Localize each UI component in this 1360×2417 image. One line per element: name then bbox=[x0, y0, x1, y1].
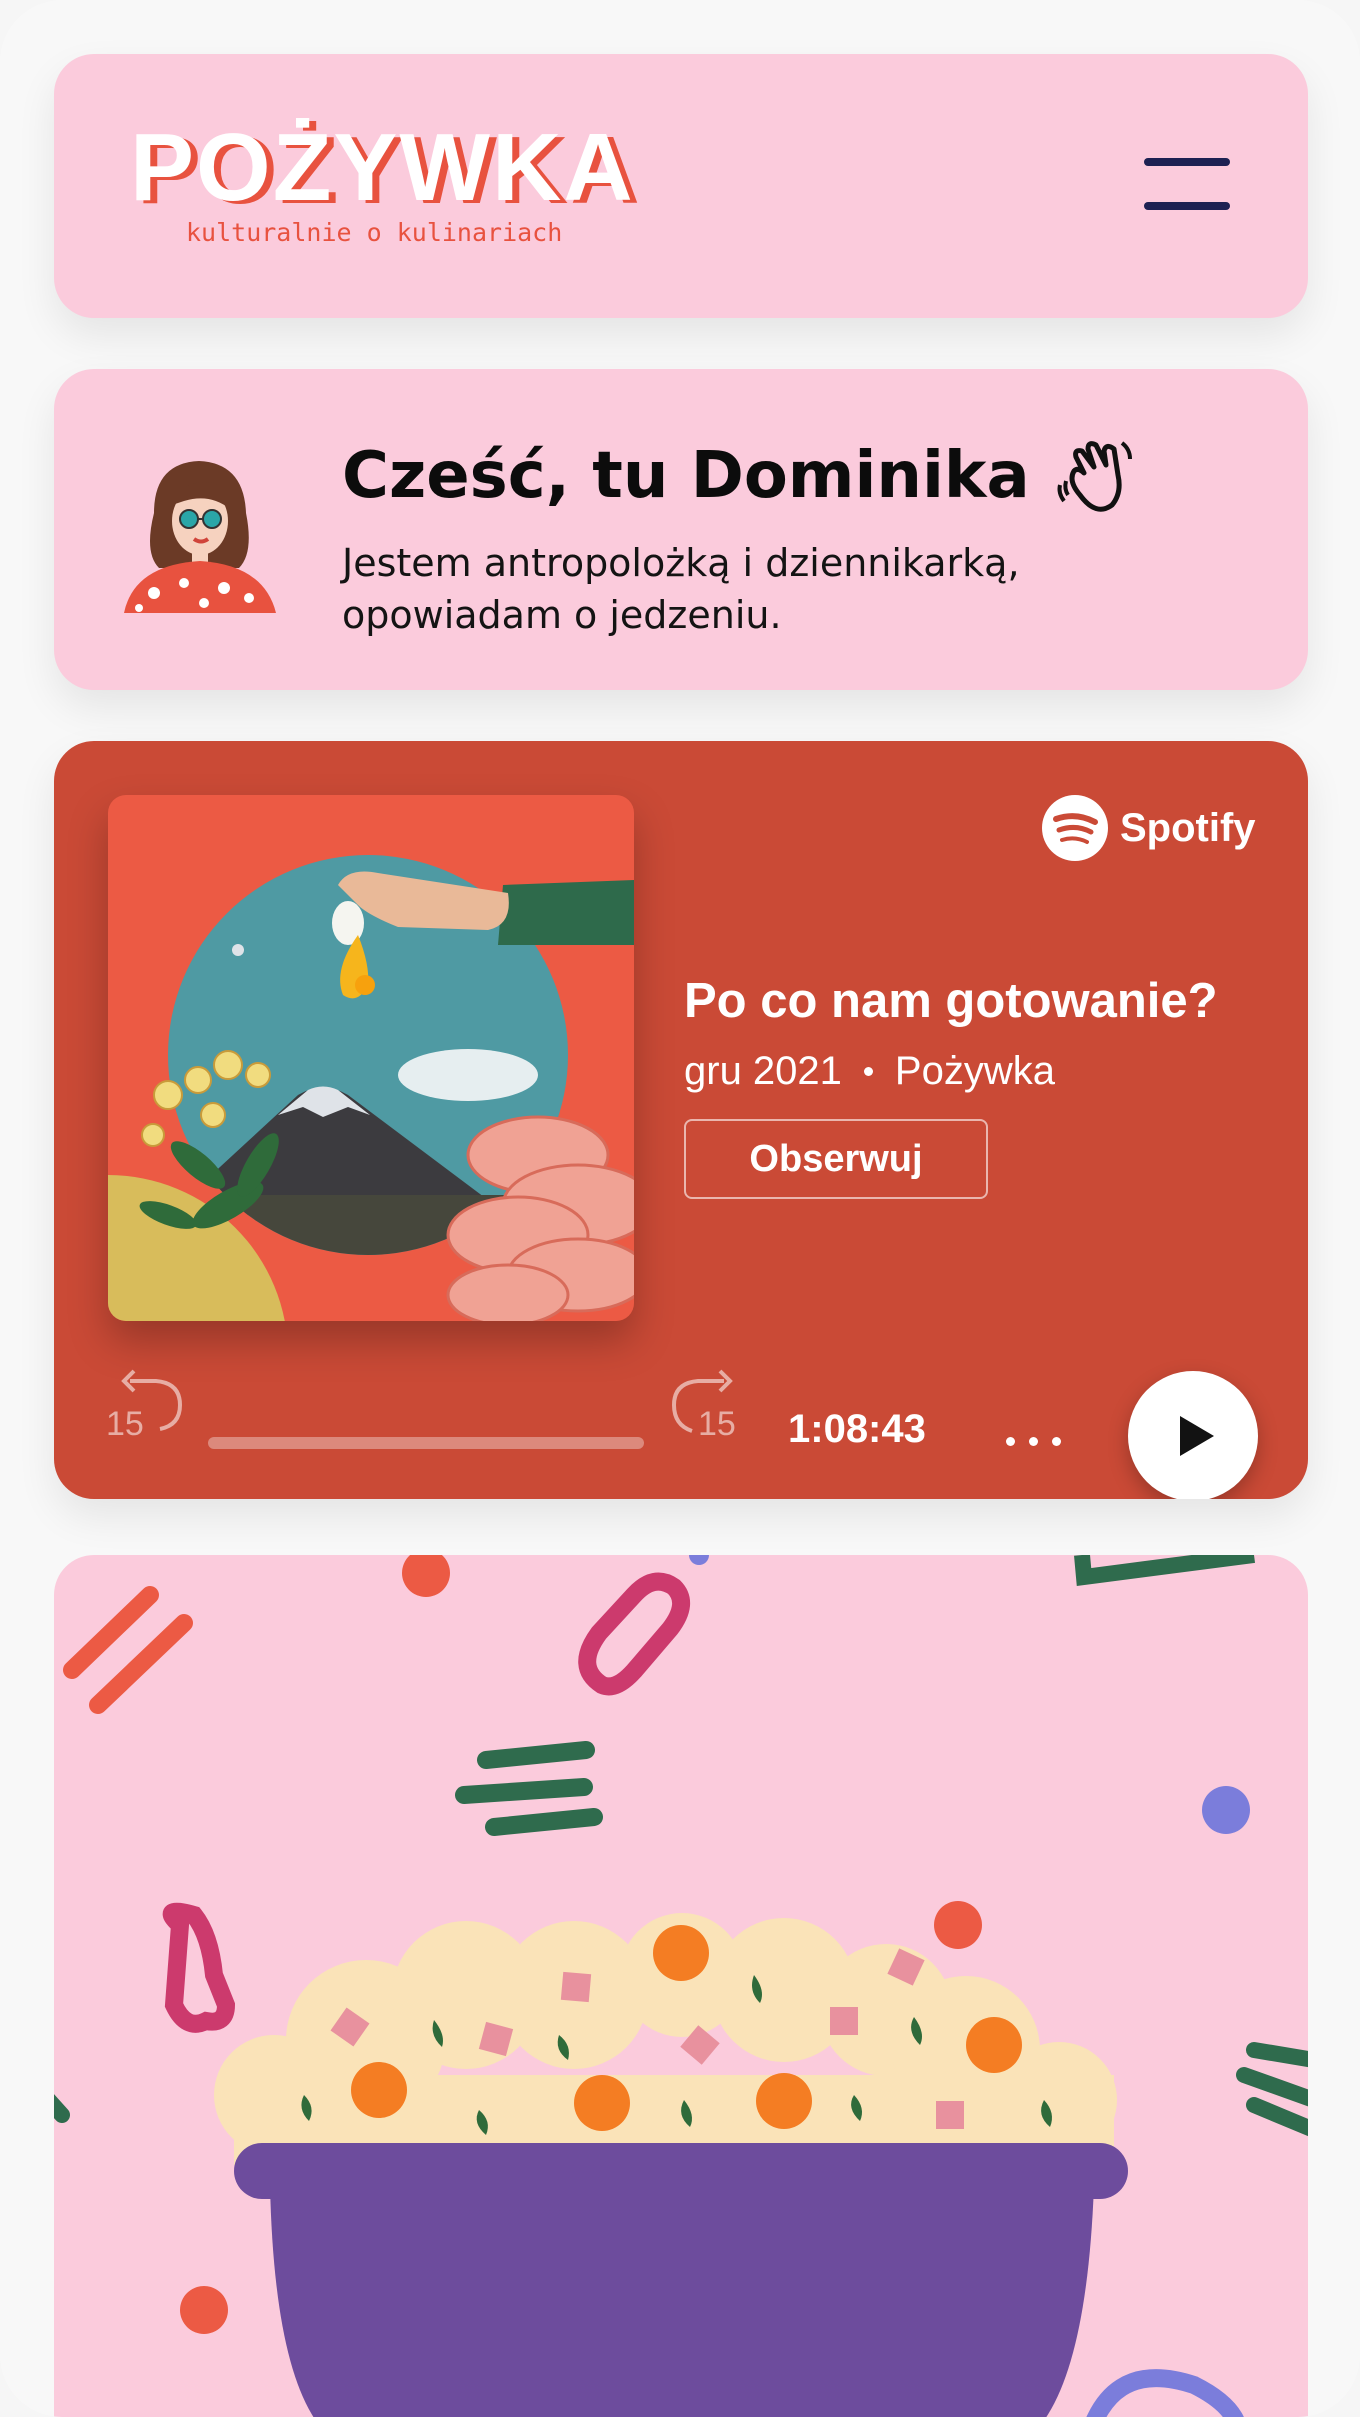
intro-description: Jestem antropolożką i dziennikarką, opow… bbox=[342, 541, 1020, 637]
food-illustration bbox=[54, 1555, 1308, 2417]
site-logo[interactable]: POŻYWKA bbox=[130, 120, 635, 216]
spotify-brand-text: Spotify bbox=[1120, 805, 1256, 850]
episode-duration: 1:08:43 bbox=[788, 1407, 926, 1451]
spotify-logo[interactable]: Spotify bbox=[1042, 795, 1256, 861]
greeting-heading: Cześć, tu Dominika bbox=[342, 435, 1136, 517]
hamburger-menu-icon[interactable] bbox=[1144, 158, 1230, 212]
episode-title[interactable]: Po co nam gotowanie? bbox=[684, 973, 1218, 1029]
skip-forward-15-icon[interactable]: 15 bbox=[662, 1369, 750, 1445]
play-button[interactable] bbox=[1128, 1371, 1258, 1499]
intro-card: Cześć, tu Dominika Jestem antropolożką i… bbox=[54, 369, 1308, 690]
site-tagline: kulturalnie o kulinariach bbox=[186, 218, 563, 247]
author-avatar bbox=[124, 461, 276, 613]
page: POŻYWKA kulturalnie o kulinariach Cześć,… bbox=[0, 0, 1360, 2417]
skip-back-15-icon[interactable]: 15 bbox=[104, 1369, 192, 1445]
show-name[interactable]: Pożywka bbox=[895, 1049, 1055, 1094]
playback-controls: 15 15 1:08:43 bbox=[54, 1341, 1308, 1499]
progress-bar[interactable] bbox=[208, 1437, 644, 1449]
site-header: POŻYWKA kulturalnie o kulinariach bbox=[54, 54, 1308, 318]
greeting-text: Cześć, tu Dominika bbox=[342, 439, 1030, 513]
skip-forward-label: 15 bbox=[698, 1405, 736, 1443]
salad-bowl-illustration bbox=[54, 1555, 1308, 2417]
waving-hand-icon bbox=[1057, 441, 1132, 512]
skip-back-label: 15 bbox=[106, 1405, 144, 1443]
spotify-icon bbox=[1042, 795, 1108, 861]
follow-button[interactable]: Obserwuj bbox=[684, 1119, 988, 1199]
more-options-icon[interactable] bbox=[1006, 1429, 1072, 1453]
episode-date: gru 2021 bbox=[684, 1049, 842, 1093]
meta-separator bbox=[863, 1067, 873, 1076]
play-icon bbox=[1180, 1416, 1214, 1456]
episode-cover-art[interactable] bbox=[108, 795, 634, 1321]
episode-meta: gru 2021 Pożywka bbox=[684, 1049, 1055, 1094]
spotify-embed-player: Spotify Po co nam gotowanie? gru 2021 Po… bbox=[54, 741, 1308, 1499]
